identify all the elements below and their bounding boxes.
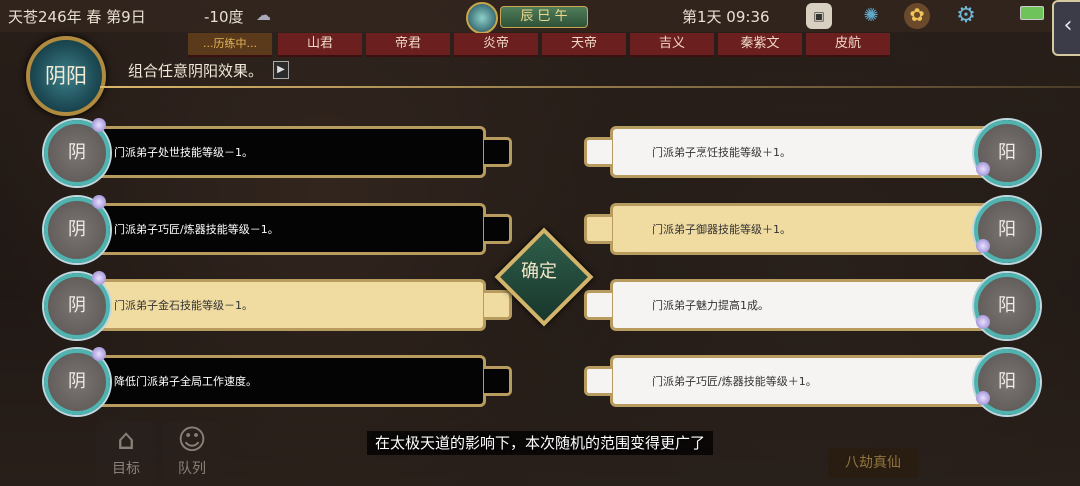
taiji-season-icon[interactable] [466, 2, 498, 34]
effect-notch [484, 290, 512, 320]
yang-effect-2[interactable]: 门派弟子御器技能等级＋1。 阳 [584, 197, 1040, 263]
sparkle-icon [976, 162, 990, 176]
yinyang-emblem: 阴阳 [26, 36, 106, 116]
yin-effect-1[interactable]: 门派弟子处世技能等级－1。 阴 [44, 118, 516, 186]
sparkle-icon [976, 239, 990, 253]
tab-tiandi[interactable]: 天帝 [542, 33, 626, 57]
yang-symbol-disc: 阳 [974, 349, 1040, 415]
effect-text: 门派弟子金石技能等级－1。 [114, 299, 253, 312]
subtitle-text: 在太极天道的影响下，本次随机的范围变得更广了 [366, 431, 713, 455]
tab-training[interactable]: ...历练中... [188, 33, 272, 57]
sparkle-icon [92, 271, 106, 285]
sparkle-icon [92, 195, 106, 209]
temperature: -10度 [204, 8, 244, 26]
effect-notch [584, 366, 612, 396]
effect-notch [584, 137, 612, 167]
header-description: 组合任意阴阳效果。 [128, 62, 264, 80]
yang-symbol-disc: 阳 [974, 120, 1040, 186]
shichen-indicator: 辰 巳 午 [500, 6, 588, 28]
yang-symbol-disc: 阳 [974, 273, 1040, 339]
effect-text: 门派弟子巧匠/炼器技能等级＋1。 [652, 375, 817, 388]
expand-arrow-icon[interactable]: ▶ [273, 61, 289, 79]
yang-symbol-disc: 阳 [974, 197, 1040, 263]
effect-notch [484, 366, 512, 396]
header-divider [100, 86, 1080, 88]
palette-icon[interactable]: ✿ [904, 3, 930, 29]
yin-effect-3[interactable]: 门派弟子金石技能等级－1。 阴 [44, 271, 516, 339]
dragon-icon[interactable]: ✺ [858, 3, 884, 29]
game-date: 天苍246年 春 第9日 [8, 8, 146, 26]
tab-dijun[interactable]: 帝君 [366, 33, 450, 57]
effect-text: 门派弟子魅力提高1成。 [652, 299, 769, 312]
effect-notch [484, 137, 512, 167]
effect-notch [584, 290, 612, 320]
tab-pihang[interactable]: 皮航 [806, 33, 890, 57]
yin-effect-4[interactable]: 降低门派弟子全局工作速度。 阴 [44, 347, 516, 415]
battery-icon [1020, 6, 1044, 20]
effect-text: 降低门派弟子全局工作速度。 [114, 375, 257, 388]
day-time: 第1天 09:36 [682, 8, 770, 26]
effect-notch [584, 214, 612, 244]
sparkle-icon [92, 347, 106, 361]
side-collapse-button[interactable]: ‹ [1052, 0, 1080, 56]
confirm-label[interactable]: 确定 [504, 257, 574, 283]
effect-notch [484, 214, 512, 244]
yang-effect-1[interactable]: 门派弟子烹饪技能等级＋1。 阳 [584, 120, 1040, 186]
tab-qinziwen[interactable]: 秦紫文 [718, 33, 802, 57]
yang-effect-4[interactable]: 门派弟子巧匠/炼器技能等级＋1。 阳 [584, 349, 1040, 415]
gear-icon[interactable]: ⚙ [953, 3, 979, 29]
sparkle-icon [976, 391, 990, 405]
sparkle-icon [92, 118, 106, 132]
weather-icon: ☁ [256, 6, 271, 24]
effect-text: 门派弟子御器技能等级＋1。 [652, 223, 791, 236]
sparkle-icon [976, 315, 990, 329]
effect-text: 门派弟子烹饪技能等级＋1。 [652, 146, 791, 159]
effect-text: 门派弟子巧匠/炼器技能等级－1。 [114, 223, 279, 236]
effect-text: 门派弟子处世技能等级－1。 [114, 146, 253, 159]
tab-jiyi[interactable]: 吉义 [630, 33, 714, 57]
tab-shanjun[interactable]: 山君 [278, 33, 362, 57]
tab-yandi[interactable]: 炎帝 [454, 33, 538, 57]
yin-effect-2[interactable]: 门派弟子巧匠/炼器技能等级－1。 阴 [44, 195, 516, 263]
yang-effect-3[interactable]: 门派弟子魅力提高1成。 阳 [584, 273, 1040, 339]
save-icon[interactable]: ▣ [806, 3, 832, 29]
subtitle-caption: 在太极天道的影响下，本次随机的范围变得更广了 [0, 431, 1080, 455]
